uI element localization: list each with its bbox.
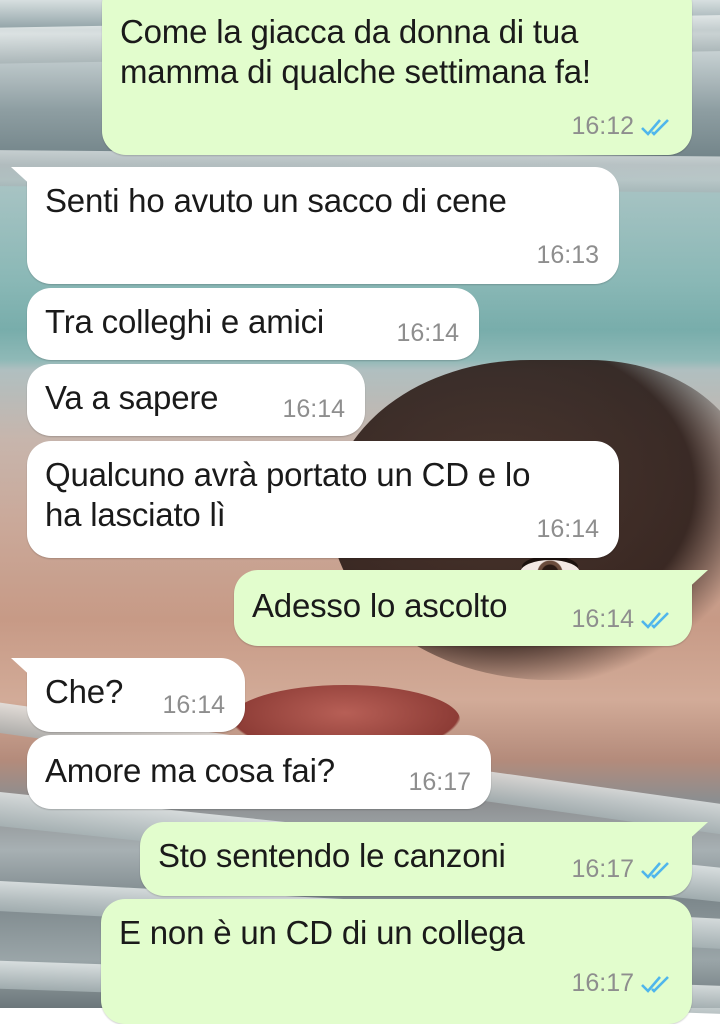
message-list[interactable]: Come la giacca da donna di tua mamma di … <box>0 0 720 1024</box>
message-text: Qualcuno avrà portato un CD e lo ha lasc… <box>45 456 531 533</box>
message-bubble-outgoing[interactable]: Adesso lo ascolto 16:14 <box>234 570 708 646</box>
message-time: 16:13 <box>536 241 599 269</box>
message-meta: 16:14 <box>396 319 459 348</box>
message-text: Va a sapere <box>45 379 219 416</box>
double-check-icon <box>641 611 669 629</box>
message-meta: 16:17 <box>408 768 471 797</box>
message-text: Amore ma cosa fai? <box>45 752 335 789</box>
message-time: 16:14 <box>282 395 345 423</box>
message-time: 16:17 <box>408 768 471 796</box>
message-meta: 16:14 <box>536 515 599 544</box>
message-bubble-outgoing[interactable]: E non è un CD di un collega 16:17 <box>101 899 692 1024</box>
message-meta: 16:14 <box>571 605 672 634</box>
message-bubble-outgoing[interactable]: Sto sentendo le canzoni 16:17 <box>140 822 708 896</box>
message-text: E non è un CD di un collega <box>119 914 525 951</box>
message-text: Adesso lo ascolto <box>252 587 508 624</box>
message-time: 16:14 <box>571 605 634 633</box>
message-bubble-incoming[interactable]: Che? 16:14 <box>11 658 245 732</box>
message-meta: 16:12 <box>571 112 672 141</box>
message-meta: 16:14 <box>162 691 225 720</box>
message-meta: 16:17 <box>571 969 672 998</box>
message-text: Che? <box>45 673 124 710</box>
bubble-tail <box>11 658 35 680</box>
message-bubble-incoming[interactable]: Qualcuno avrà portato un CD e lo ha lasc… <box>27 441 619 558</box>
bubble-tail <box>684 822 708 844</box>
message-bubble-incoming[interactable]: Amore ma cosa fai? 16:17 <box>27 735 491 809</box>
message-meta: 16:14 <box>282 395 345 424</box>
message-text: Tra colleghi e amici <box>45 303 325 340</box>
message-time: 16:14 <box>536 515 599 543</box>
message-time: 16:12 <box>571 112 634 140</box>
message-bubble-incoming[interactable]: Va a sapere 16:14 <box>27 364 365 436</box>
message-time: 16:14 <box>162 691 225 719</box>
double-check-icon <box>641 118 669 136</box>
message-meta: 16:17 <box>571 855 672 884</box>
message-time: 16:14 <box>396 319 459 347</box>
message-bubble-incoming[interactable]: Senti ho avuto un sacco di cene 16:13 <box>11 167 619 284</box>
double-check-icon <box>641 975 669 993</box>
message-time: 16:17 <box>571 855 634 883</box>
message-bubble-outgoing[interactable]: Come la giacca da donna di tua mamma di … <box>102 0 692 155</box>
double-check-icon <box>641 861 669 879</box>
message-meta: 16:13 <box>536 241 599 270</box>
message-text: Senti ho avuto un sacco di cene <box>45 182 507 219</box>
message-bubble-incoming[interactable]: Tra colleghi e amici 16:14 <box>27 288 479 360</box>
message-text: Come la giacca da donna di tua mamma di … <box>120 13 591 90</box>
message-text: Sto sentendo le canzoni <box>158 837 506 874</box>
message-time: 16:17 <box>571 969 634 997</box>
bubble-tail <box>684 570 708 592</box>
bubble-tail <box>11 167 35 189</box>
